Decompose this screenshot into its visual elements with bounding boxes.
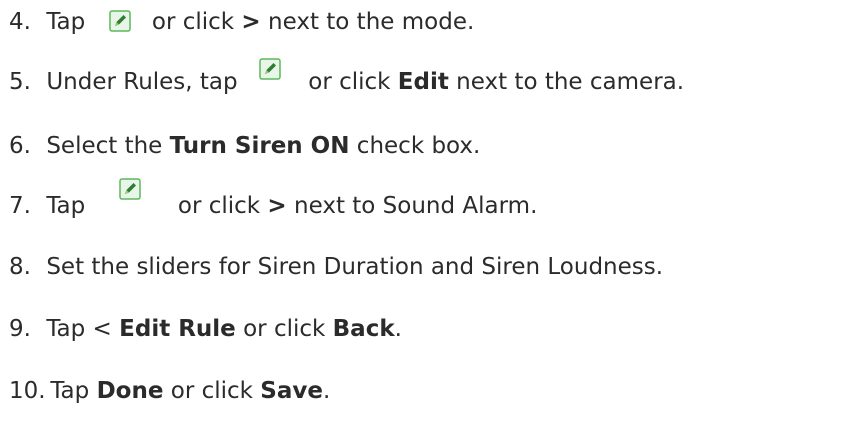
step-text: or click: [177, 193, 261, 219]
step-text: next to the mode.: [268, 9, 475, 35]
step-keyword: Done: [96, 378, 164, 404]
step-keyword: >: [267, 193, 287, 219]
step-text: check box.: [356, 133, 481, 159]
step-text: or click: [151, 9, 235, 35]
step-4: 4. Tap or click > next to the mode.: [9, 7, 474, 37]
step-text: .: [322, 378, 331, 404]
instruction-steps: 4. Tap or click > next to the mode. 5. U…: [0, 0, 841, 440]
step-text: or click: [170, 378, 253, 404]
step-text: next to Sound Alarm.: [294, 193, 538, 219]
step-number: 5.: [9, 69, 31, 95]
step-8: 8. Set the sliders for Siren Duration an…: [9, 252, 663, 282]
step-text: .: [394, 316, 402, 342]
step-text: Tap: [50, 378, 90, 404]
step-text: Tap: [46, 9, 86, 35]
step-text: or click: [308, 69, 391, 95]
step-number: 8.: [9, 254, 31, 280]
step-10: 10. Tap Done or click Save.: [9, 376, 330, 406]
step-keyword: >: [241, 9, 261, 35]
step-number: 6.: [9, 133, 31, 159]
step-number: 7.: [9, 193, 31, 219]
step-keyword: Back: [332, 316, 395, 342]
step-6: 6. Select the Turn Siren ON check box.: [9, 131, 480, 161]
step-number: 9.: [9, 316, 31, 342]
step-text: Tap <: [46, 316, 112, 342]
step-5: 5. Under Rules, tap or click Edit next t…: [9, 57, 685, 97]
step-text: next to the camera.: [456, 69, 685, 95]
step-9: 9. Tap < Edit Rule or click Back.: [9, 314, 402, 344]
step-text: or click: [243, 316, 326, 342]
step-text: Tap: [46, 193, 86, 219]
step-text: Select the: [46, 133, 163, 159]
step-keyword: Turn Siren ON: [169, 133, 350, 159]
step-number: 10.: [9, 378, 46, 404]
step-keyword: Edit: [397, 69, 449, 95]
step-7: 7. Tap or click > next to Sound Alarm.: [9, 177, 538, 221]
edit-pencil-icon: [118, 177, 141, 200]
step-text: Set the sliders for Siren Duration and S…: [46, 254, 664, 280]
step-keyword: Save: [260, 378, 323, 404]
step-keyword: Edit Rule: [119, 316, 236, 342]
edit-pencil-icon: [259, 57, 281, 80]
edit-pencil-icon: [108, 9, 131, 32]
step-text: Under Rules, tap: [46, 69, 238, 95]
step-number: 4.: [9, 9, 31, 35]
